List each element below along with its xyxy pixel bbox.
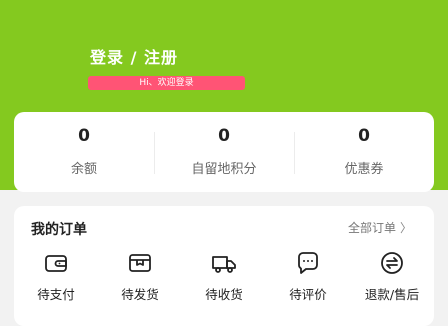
all-orders-label: 全部订单 bbox=[347, 221, 396, 235]
pending-payment-label: 待支付 bbox=[37, 287, 75, 302]
orders-title: 我的订单 bbox=[31, 222, 87, 238]
stat-coupons[interactable]: 0 优惠券 bbox=[294, 112, 434, 192]
welcome-banner: Hi、欢迎登录 bbox=[88, 76, 245, 90]
pending-shipment-label: 待发货 bbox=[121, 287, 159, 302]
order-status-pending-shipment[interactable]: 待发货 bbox=[98, 250, 182, 303]
coupons-value: 0 bbox=[358, 126, 370, 146]
wallet-icon bbox=[45, 255, 67, 272]
points-value: 0 bbox=[218, 126, 230, 146]
stat-points[interactable]: 0 自留地积分 bbox=[154, 112, 294, 192]
order-status-pending-receipt[interactable]: 待收货 bbox=[182, 250, 266, 303]
refund-aftersale-label: 退款/售后 bbox=[364, 287, 420, 302]
comment-icon bbox=[298, 252, 318, 274]
stat-balance[interactable]: 0 余额 bbox=[14, 112, 154, 192]
pending-review-label: 待评价 bbox=[289, 287, 327, 302]
login-register-link[interactable]: 登录 / 注册 bbox=[90, 44, 178, 68]
balance-value: 0 bbox=[78, 126, 90, 146]
points-label: 自留地积分 bbox=[191, 162, 257, 177]
my-orders-card: 我的订单 全部订单〉 待支付 待发货 待收货 待评价 退款/售后 bbox=[14, 206, 434, 326]
all-orders-link[interactable]: 全部订单〉 bbox=[348, 219, 412, 236]
truck-icon bbox=[212, 256, 236, 273]
pending-receipt-label: 待收货 bbox=[205, 287, 243, 302]
exchange-icon bbox=[381, 252, 403, 274]
coupons-label: 优惠券 bbox=[344, 162, 384, 177]
stats-card: 0 余额 0 自留地积分 0 优惠券 bbox=[14, 112, 434, 192]
chevron-right-icon: 〉 bbox=[399, 221, 412, 235]
balance-label: 余额 bbox=[70, 162, 97, 177]
package-icon bbox=[129, 254, 151, 272]
order-status-pending-payment[interactable]: 待支付 bbox=[14, 250, 98, 303]
order-status-refund-aftersale[interactable]: 退款/售后 bbox=[350, 250, 434, 303]
order-status-pending-review[interactable]: 待评价 bbox=[266, 250, 350, 303]
order-status-row: 待支付 待发货 待收货 待评价 退款/售后 bbox=[14, 250, 434, 303]
